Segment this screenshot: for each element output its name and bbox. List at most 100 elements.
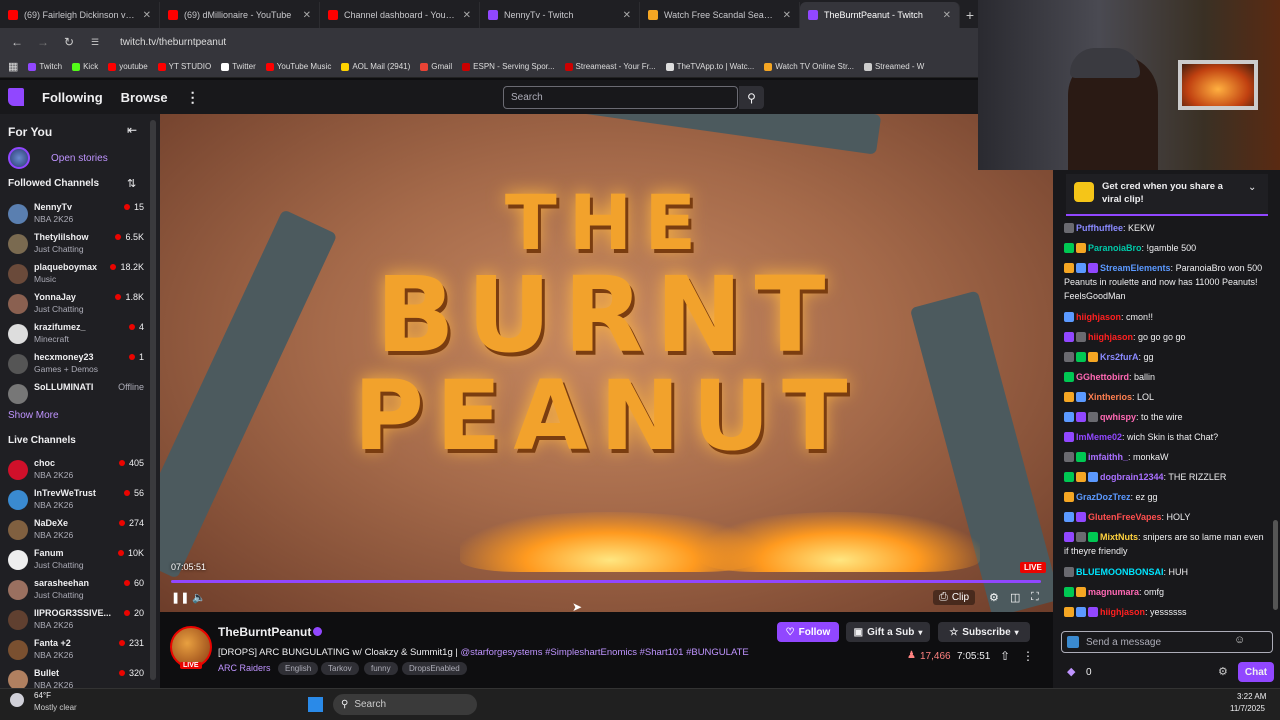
chat-username[interactable]: hiighjason	[1076, 312, 1121, 322]
tag-pill[interactable]: DropsEnabled	[402, 662, 467, 675]
sidebar-channel-iiprogr3ssive-[interactable]: IIPROGR3SSIVE... NBA 2K26 20	[8, 606, 144, 634]
sidebar-channel-nennytv[interactable]: NennyTv NBA 2K26 15	[8, 200, 144, 228]
bookmark-item[interactable]: Twitch	[28, 62, 62, 71]
chat-username[interactable]: Puffhufflee	[1076, 223, 1123, 233]
theatre-mode-icon[interactable]: ◫	[1010, 591, 1020, 604]
stream-title-tags[interactable]: @starforgesystems #SimpleshartEnomics #S…	[460, 647, 748, 658]
bookmark-item[interactable]: Streameast - Your Fr...	[564, 62, 656, 71]
chat-username[interactable]: StreamElements	[1100, 263, 1171, 273]
windows-start-icon[interactable]	[308, 697, 323, 712]
video-player[interactable]: THE BURNT PEANUT	[160, 114, 1053, 612]
tag-pill[interactable]: funny	[364, 662, 398, 675]
back-icon[interactable]: ←	[10, 35, 24, 49]
taskbar-search[interactable]: ⚲ Search	[333, 694, 477, 715]
sidebar-channel-sarasheehan[interactable]: sarasheehan Just Chatting 60	[8, 576, 144, 604]
channel-points-icon[interactable]: ◆	[1067, 665, 1075, 678]
bookmark-item[interactable]: ESPN - Serving Spor...	[462, 62, 555, 71]
gift-sub-button[interactable]: ▣ Gift a Sub ▾	[846, 622, 930, 642]
channel-name[interactable]: TheBurntPeanut	[218, 625, 311, 639]
sidebar-channel-krazifumez-[interactable]: krazifumez_ Minecraft 4	[8, 320, 144, 348]
nav-browse[interactable]: Browse	[121, 90, 168, 105]
cred-banner[interactable]: Get cred when you share a viral clip! ⌄	[1066, 174, 1268, 216]
nav-following[interactable]: Following	[42, 90, 103, 105]
url-field[interactable]: twitch.tv/theburntpeanut	[120, 37, 226, 48]
chat-username[interactable]: imfaithh_	[1088, 452, 1128, 462]
close-icon[interactable]: ✕	[943, 10, 951, 21]
sidebar-channel-intrevwetrust[interactable]: InTrevWeTrust NBA 2K26 56	[8, 486, 144, 514]
browser-tab[interactable]: Watch Free Scandal Season 2 TV ✕	[640, 2, 800, 28]
chat-username[interactable]: GGhettobird	[1076, 372, 1129, 382]
bookmark-item[interactable]: YouTube Music	[265, 62, 331, 71]
close-icon[interactable]: ✕	[143, 10, 151, 21]
chat-username[interactable]: qwhispy	[1100, 412, 1136, 422]
chat-username[interactable]: MixtNuts	[1100, 532, 1138, 542]
chat-username[interactable]: Krs2furA	[1100, 352, 1139, 362]
share-icon[interactable]: ⇧	[1000, 649, 1010, 663]
chat-send-button[interactable]: Chat	[1238, 662, 1274, 682]
chat-scrollbar[interactable]	[1273, 520, 1278, 610]
sidebar-channel-yonnajay[interactable]: YonnaJay Just Chatting 1.8K	[8, 290, 144, 318]
twitch-logo[interactable]	[8, 88, 24, 106]
browser-tab[interactable]: NennyTv - Twitch ✕	[480, 2, 640, 28]
sidebar-channel-fanum[interactable]: Fanum Just Chatting 10K	[8, 546, 144, 574]
bookmark-item[interactable]: TheTVApp.to | Watc...	[665, 62, 754, 71]
sidebar-channel-hecxmoney23[interactable]: hecxmoney23 Games + Demos 1	[8, 350, 144, 378]
chat-username[interactable]: BLUEMOONBONSAI	[1076, 567, 1164, 577]
chat-username[interactable]: Xintherios	[1088, 392, 1132, 402]
bookmark-item[interactable]: Twitter	[221, 62, 256, 71]
search-icon[interactable]: ⚲	[739, 86, 764, 109]
follow-button[interactable]: ♡ Follow	[777, 622, 839, 642]
bookmark-item[interactable]: Watch TV Online Str...	[764, 62, 854, 71]
chat-username[interactable]: ParanoiaBro	[1088, 243, 1142, 253]
bookmark-item[interactable]: YT STUDIO	[157, 62, 211, 71]
chat-username[interactable]: GrazDozTrez	[1076, 492, 1131, 502]
chat-username[interactable]: magnumara	[1088, 587, 1139, 597]
more-options-icon[interactable]: ⋮	[1022, 649, 1034, 663]
chevron-down-icon[interactable]: ⌄	[1248, 182, 1256, 193]
close-icon[interactable]: ✕	[783, 10, 791, 21]
tag-pill[interactable]: Tarkov	[321, 662, 359, 675]
chat-username[interactable]: ImMeme02	[1076, 432, 1122, 442]
subscribe-button[interactable]: ☆ Subscribe ▾	[938, 622, 1030, 642]
chat-username[interactable]: hiighjason	[1088, 332, 1133, 342]
sidebar-channel-choc[interactable]: choc NBA 2K26 405	[8, 456, 144, 484]
apps-icon[interactable]: ▦	[8, 60, 18, 73]
browser-tab[interactable]: TheBurntPeanut - Twitch ✕	[800, 2, 960, 28]
sidebar-channel-solluminati[interactable]: SoLLUMINATI Offline	[8, 380, 144, 408]
pause-icon[interactable]: ❚❚	[171, 591, 189, 604]
chat-username[interactable]: dogbrain12344	[1100, 472, 1164, 482]
collapse-sidebar-icon[interactable]: ⇤	[127, 123, 137, 137]
new-tab-button[interactable]: +	[960, 2, 980, 28]
seek-bar[interactable]	[171, 580, 1041, 583]
browser-tab[interactable]: (69) dMillionaire - YouTube ✕	[160, 2, 320, 28]
emote-picker-icon[interactable]: ☺	[1234, 634, 1245, 646]
bookmark-item[interactable]: AOL Mail (2941)	[341, 62, 410, 71]
reload-icon[interactable]: ↻	[62, 35, 76, 49]
chat-username[interactable]: hiighjason	[1100, 607, 1145, 617]
open-stories-link[interactable]: Open stories	[51, 153, 108, 164]
clock-time[interactable]: 3:22 AM	[1237, 692, 1266, 701]
close-icon[interactable]: ✕	[303, 10, 311, 21]
site-info-icon[interactable]: ☰	[88, 37, 102, 48]
settings-icon[interactable]: ⚙	[989, 591, 999, 604]
clock-date[interactable]: 11/7/2025	[1230, 704, 1265, 713]
fullscreen-icon[interactable]: ⛶	[1031, 591, 1039, 604]
clip-button[interactable]: ⎙ Clip	[933, 590, 976, 605]
show-more-link[interactable]: Show More	[8, 410, 59, 421]
bookmark-item[interactable]: youtube	[108, 62, 148, 71]
sidebar-channel-thetylilshow[interactable]: Thetylilshow Just Chatting 6.5K	[8, 230, 144, 258]
browser-tab[interactable]: (69) Fairleigh Dickinson vs. Noti ✕	[0, 2, 160, 28]
forward-icon[interactable]: →	[36, 35, 50, 49]
sort-icon[interactable]: ⇅	[127, 177, 136, 190]
tag-pill[interactable]: English	[278, 662, 319, 675]
bookmark-item[interactable]: Gmail	[420, 62, 452, 71]
stories-avatar[interactable]	[8, 147, 30, 169]
bookmark-item[interactable]: Kick	[72, 62, 98, 71]
volume-icon[interactable]: 🔈	[192, 591, 206, 604]
search-input[interactable]: Search	[503, 86, 738, 109]
stream-category[interactable]: ARC Raiders	[218, 663, 271, 673]
browser-tab[interactable]: Channel dashboard - YouTube ✕	[320, 2, 480, 28]
sidebar-channel-fanta-2[interactable]: Fanta +2 NBA 2K26 231	[8, 636, 144, 664]
chat-username[interactable]: GlutenFreeVapes	[1088, 512, 1162, 522]
close-icon[interactable]: ✕	[623, 10, 631, 21]
